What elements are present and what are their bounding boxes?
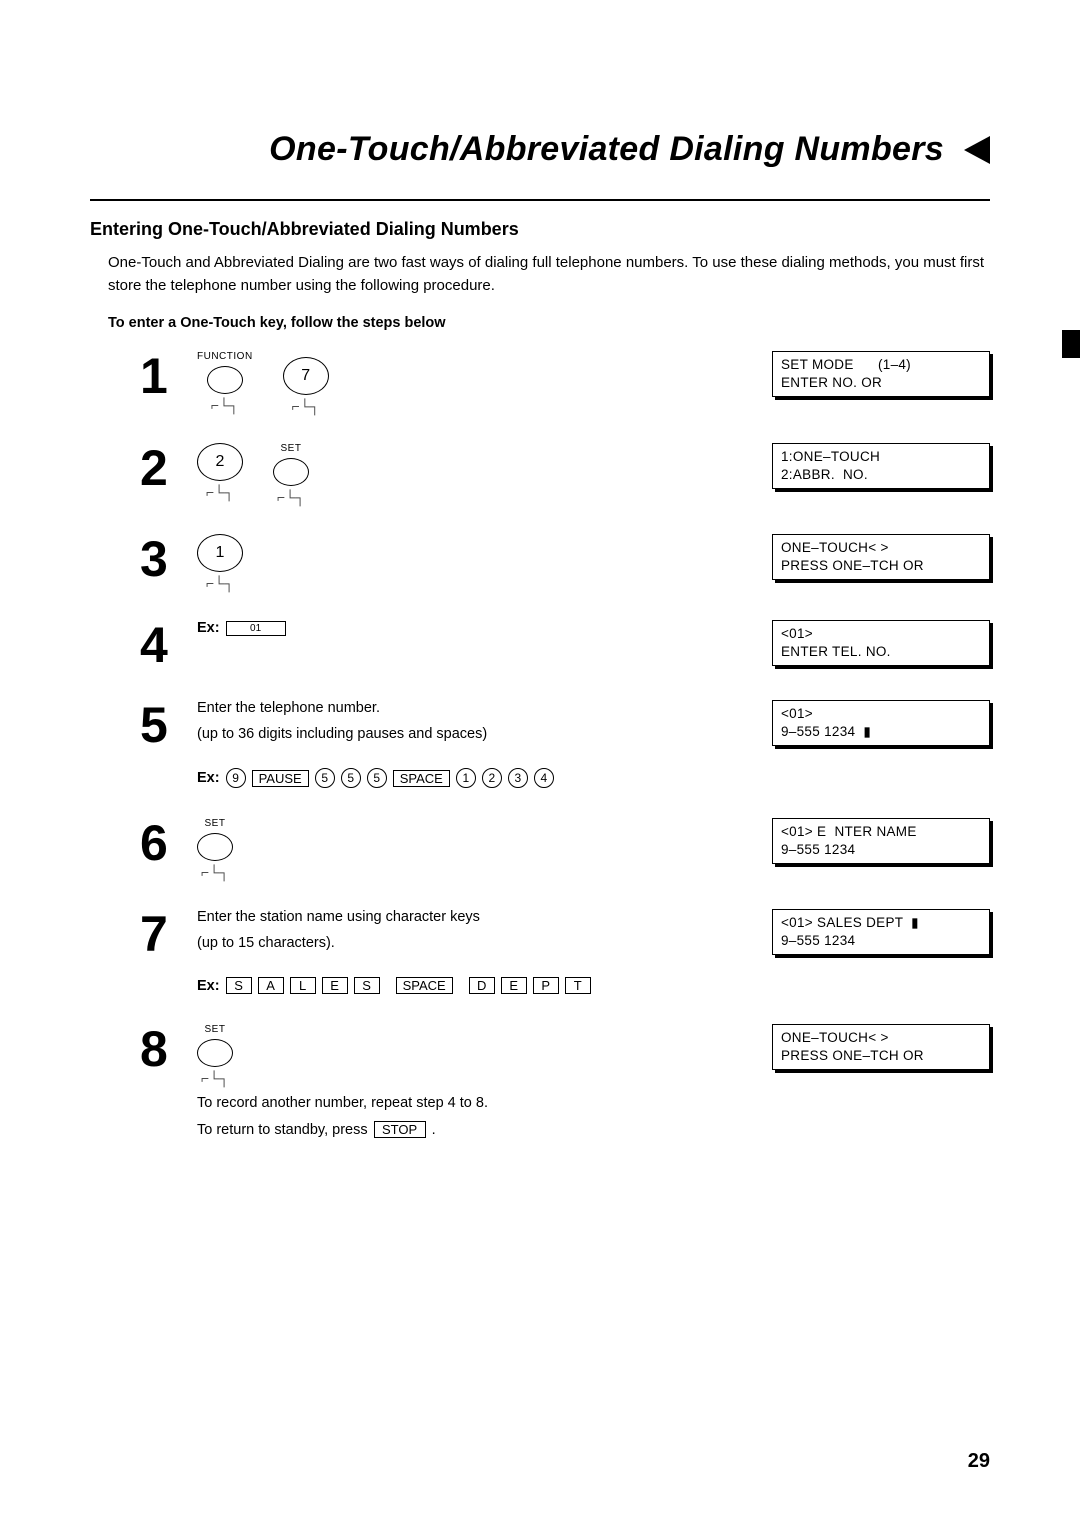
char-key: S <box>354 977 380 994</box>
keypad-1-icon: 1 <box>197 534 243 572</box>
function-label: FUNCTION <box>197 351 253 362</box>
example-phone-entry: Ex: 9 PAUSE 5 5 5 SPACE 1 2 3 4 <box>197 768 554 788</box>
digit-key: 5 <box>315 768 335 788</box>
page-number: 29 <box>968 1450 990 1473</box>
step-text: Enter the station name using character k… <box>197 909 591 925</box>
step-number: 2 <box>140 443 172 493</box>
set-label: SET <box>205 818 226 829</box>
step-3: 3 1 ⌐└┐ ONE–TOUCH< > PRESS ONE–TCH OR <box>140 534 990 590</box>
step-number: 6 <box>140 818 172 868</box>
step-text: To record another number, repeat step 4 … <box>197 1095 488 1111</box>
procedure-heading: To enter a One-Touch key, follow the ste… <box>108 315 990 331</box>
digit-key: 5 <box>341 768 361 788</box>
char-key: A <box>258 977 284 994</box>
step-number: 1 <box>140 351 172 401</box>
page-title: One-Touch/Abbreviated Dialing Numbers <box>269 130 944 169</box>
char-key: P <box>533 977 559 994</box>
set-label: SET <box>205 1024 226 1035</box>
example-label: Ex: <box>197 978 220 994</box>
intro-paragraph: One-Touch and Abbreviated Dialing are tw… <box>108 252 990 297</box>
step-text: Enter the telephone number. <box>197 700 554 716</box>
press-indicator-icon: ⌐└┐ <box>201 865 229 879</box>
lcd-display: <01> ENTER TEL. NO. <box>772 620 990 666</box>
step-number: 4 <box>140 620 172 670</box>
lcd-display: ONE–TOUCH< > PRESS ONE–TCH OR <box>772 534 990 580</box>
lcd-display: <01> SALES DEPT ▮ 9–555 1234 <box>772 909 990 955</box>
char-key: L <box>290 977 316 994</box>
lcd-display: 1:ONE–TOUCH 2:ABBR. NO. <box>772 443 990 489</box>
press-indicator-icon: ⌐└┐ <box>292 399 320 413</box>
step-6: 6 SET ⌐└┐ <01> E NTER NAME 9–555 1234 <box>140 818 990 879</box>
step-text: . <box>432 1122 436 1138</box>
stop-key: STOP <box>374 1121 426 1138</box>
digit-key: 3 <box>508 768 528 788</box>
step-7: 7 Enter the station name using character… <box>140 909 990 994</box>
function-button-icon <box>207 366 243 394</box>
digit-key: 2 <box>482 768 502 788</box>
set-button-icon <box>197 1039 233 1067</box>
step-1: 1 FUNCTION ⌐└┐ 7 ⌐└┐ SET MODE (1–4) ENTE… <box>140 351 990 413</box>
lcd-display: SET MODE (1–4) ENTER NO. OR <box>772 351 990 397</box>
section-heading: Entering One-Touch/Abbreviated Dialing N… <box>90 219 990 240</box>
title-triangle-icon <box>964 136 990 164</box>
step-text: (up to 15 characters). <box>197 935 591 951</box>
step-number: 8 <box>140 1024 172 1074</box>
example-name-entry: Ex: S A L E S SPACE D E P T <box>197 977 591 994</box>
title-bar: One-Touch/Abbreviated Dialing Numbers <box>90 130 990 169</box>
char-key: E <box>501 977 527 994</box>
example-label: Ex: <box>197 620 220 636</box>
step-8: 8 SET ⌐└┐ To record another number, repe… <box>140 1024 990 1138</box>
digit-key: 1 <box>456 768 476 788</box>
lcd-display: <01> E NTER NAME 9–555 1234 <box>772 818 990 864</box>
step-5: 5 Enter the telephone number. (up to 36 … <box>140 700 990 788</box>
edge-tab-marker <box>1062 330 1080 358</box>
step-4: 4 Ex: 01 <01> ENTER TEL. NO. <box>140 620 990 670</box>
char-key: D <box>469 977 495 994</box>
press-indicator-icon: ⌐└┐ <box>211 398 239 412</box>
char-key: S <box>226 977 252 994</box>
example-label: Ex: <box>197 770 220 786</box>
step-number: 5 <box>140 700 172 750</box>
press-indicator-icon: ⌐└┐ <box>277 490 305 504</box>
step-2: 2 2 ⌐└┐ SET ⌐└┐ 1:ONE–TOUCH 2:ABBR. NO. <box>140 443 990 504</box>
set-label: SET <box>281 443 302 454</box>
digit-key: 4 <box>534 768 554 788</box>
keypad-7-icon: 7 <box>283 357 329 395</box>
pause-key: PAUSE <box>252 770 309 787</box>
digit-key: 5 <box>367 768 387 788</box>
keypad-2-icon: 2 <box>197 443 243 481</box>
step-text: To return to standby, press <box>197 1122 368 1138</box>
set-button-icon <box>197 833 233 861</box>
char-key: T <box>565 977 591 994</box>
step-text: (up to 36 digits including pauses and sp… <box>197 726 554 742</box>
lcd-display: ONE–TOUCH< > PRESS ONE–TCH OR <box>772 1024 990 1070</box>
char-key: E <box>322 977 348 994</box>
press-indicator-icon: ⌐└┐ <box>201 1071 229 1085</box>
step-number: 7 <box>140 909 172 959</box>
one-touch-key-01: 01 <box>226 621 286 636</box>
press-indicator-icon: ⌐└┐ <box>206 576 234 590</box>
space-key: SPACE <box>393 770 450 787</box>
step-number: 3 <box>140 534 172 584</box>
set-button-icon <box>273 458 309 486</box>
press-indicator-icon: ⌐└┐ <box>206 485 234 499</box>
title-rule <box>90 199 990 201</box>
steps-list: 1 FUNCTION ⌐└┐ 7 ⌐└┐ SET MODE (1–4) ENTE… <box>140 351 990 1138</box>
space-key: SPACE <box>396 977 453 994</box>
lcd-display: <01> 9–555 1234 ▮ <box>772 700 990 746</box>
digit-key: 9 <box>226 768 246 788</box>
